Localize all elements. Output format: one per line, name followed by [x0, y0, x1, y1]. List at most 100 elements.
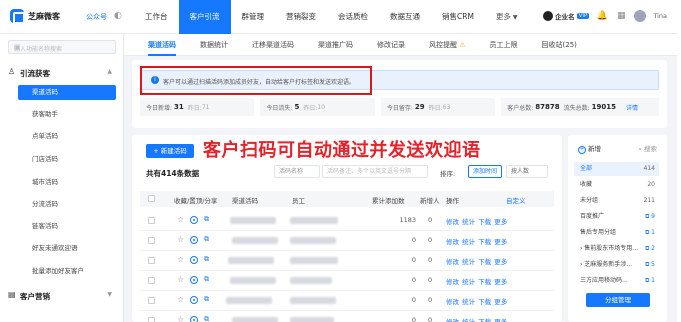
group-item[interactable]: › 售前股东市场专用... ⧉ 2 [574, 242, 659, 256]
group-manage-button[interactable]: 分组管理 [586, 293, 650, 307]
filter-type-select[interactable]: 活码名称 [274, 165, 320, 178]
code-list-panel: + 新建活码 共有414条数据 活码名称 活码备注、多个以英文逗号分隔 排序: … [132, 135, 562, 322]
group-item-count: 414 [644, 162, 655, 176]
group-item[interactable]: 售后专用分组 ⧉ 1 [574, 226, 659, 240]
group-item[interactable]: 收藏 20 [574, 178, 659, 192]
sort-by-people-select[interactable]: 按人数 [506, 165, 548, 178]
row-actions[interactable]: 修改 统计 下载 更多 [446, 296, 507, 306]
sidebar-group-acquisition[interactable]: ♙ 引流获客 ▲ [0, 64, 124, 80]
star-icon[interactable]: ☆ [177, 275, 184, 284]
pin-icon[interactable] [190, 276, 198, 284]
nav-session-qc[interactable]: 会话质检 [327, 0, 379, 34]
sidebar-item-acquisition-assistant[interactable]: 获客助手 [0, 107, 124, 122]
share-icon[interactable]: ⧉ [204, 255, 209, 264]
nav-group-management[interactable]: 群管理 [231, 0, 276, 34]
row-actions[interactable]: 修改 统计 下载 更多 [446, 236, 507, 246]
group-item-count: ⧉ 2 [645, 242, 655, 256]
row-checkbox[interactable] [148, 237, 155, 244]
nav-workbench[interactable]: 工作台 [134, 0, 179, 34]
sidebar-item-link-code[interactable]: 链客活码 [0, 219, 124, 234]
nav-marketing-fission[interactable]: 营销裂变 [275, 0, 327, 34]
share-icon[interactable]: ⧉ [204, 275, 209, 284]
caption-overlay: 客户扫码可自动通过并发送欢迎语 [203, 140, 481, 161]
tab-migrate[interactable]: 迁移渠道活码 [240, 34, 306, 56]
tab-staff-limit[interactable]: 员工上限 [478, 34, 530, 56]
account-badge[interactable]: 企业名 VIP [543, 11, 590, 21]
group-item-label: 全部 [580, 165, 593, 172]
official-account-link[interactable]: 公众号 [86, 12, 107, 22]
avatar[interactable] [634, 10, 647, 22]
new-count: 0 [428, 316, 433, 322]
nav-more[interactable]: 更多 ▼ [485, 0, 529, 34]
tab-change-log[interactable]: 修改记录 [365, 34, 417, 56]
theme-toggle-icon[interactable]: ◐ [114, 11, 122, 21]
group-item[interactable]: 未分组 211 [574, 194, 659, 208]
row-actions[interactable]: 修改 统计 下载 更多 [446, 276, 507, 286]
group-item[interactable]: 百度推广 ⧉ 9 [574, 210, 659, 224]
new-count: 0 [428, 296, 433, 304]
detail-link[interactable]: 详情 [626, 103, 638, 112]
stat-new: 今日新增: 31 昨日: 71 [140, 98, 255, 116]
row-actions[interactable]: 修改 统计 下载 更多 [446, 216, 507, 226]
sidebar-search-input[interactable]: 输入功能名称搜索 ▣ [8, 40, 116, 54]
star-icon[interactable]: ☆ [177, 255, 184, 264]
filter-search-input[interactable]: 活码备注、多个以英文逗号分隔 [322, 165, 428, 178]
sidebar-item-batch-add[interactable]: 批量添加好友客户 [0, 264, 124, 279]
bell-icon[interactable]: 🔔 [596, 10, 608, 22]
tab-channel-code[interactable]: 渠道活码 [136, 34, 188, 56]
share-icon[interactable]: ⧉ [204, 235, 209, 244]
row-actions[interactable]: 修改 统计 下载 更多 [446, 256, 507, 266]
tab-statistics[interactable]: 数据统计 [188, 34, 240, 56]
row-actions[interactable]: 修改 统计 下载 更多 [446, 316, 507, 322]
pin-icon[interactable] [190, 216, 198, 224]
star-icon[interactable]: ☆ [177, 315, 184, 322]
share-icon[interactable]: ⧉ [204, 215, 209, 224]
sidebar-item-order-code[interactable]: 点单活码 [0, 129, 124, 144]
new-code-button[interactable]: + 新建活码 [146, 144, 194, 158]
row-checkbox[interactable] [148, 257, 155, 264]
nav-data-sync[interactable]: 数据互通 [379, 0, 431, 34]
star-icon[interactable]: ☆ [177, 235, 184, 244]
sidebar-item-channel-code[interactable]: 渠道活码 [18, 85, 116, 100]
tab-risk-alert[interactable]: 风控提醒 ⚠ [417, 34, 478, 56]
row-checkbox[interactable] [148, 277, 155, 284]
tab-recycle-bin[interactable]: 回收站(25) [530, 34, 589, 56]
tab-promo-code[interactable]: 渠道推广码 [306, 34, 365, 56]
layout-icon: ▣ [14, 43, 21, 51]
new-group-button[interactable]: + 新增 [578, 143, 601, 154]
customize-columns-button[interactable]: 自定义 [506, 195, 526, 205]
group-item[interactable]: › 芝麻服务新手涉... ⧉ 5 [574, 258, 659, 272]
select-all-checkbox[interactable] [148, 195, 155, 202]
plus-icon: + [578, 146, 586, 154]
share-icon[interactable]: ⧉ [204, 295, 209, 304]
user-name[interactable]: Tina [653, 12, 667, 20]
row-checkbox[interactable] [148, 217, 155, 224]
nav-sales-crm[interactable]: 销售CRM [431, 0, 485, 34]
row-checkbox[interactable] [148, 317, 155, 322]
star-icon[interactable]: ☆ [177, 295, 184, 304]
group-item-label: 收藏 [580, 181, 593, 188]
star-icon[interactable]: ☆ [177, 215, 184, 224]
subtab-bar: 渠道活码 数据统计 迁移渠道活码 渠道推广码 修改记录 风控提醒 ⚠ 员工上限 … [124, 34, 677, 56]
sort-select[interactable]: 添加时间 [468, 165, 502, 178]
pin-icon[interactable] [190, 316, 198, 322]
sidebar-item-city-code[interactable]: 城市活码 [0, 175, 124, 190]
sidebar-item-welcome-message[interactable]: 好友未通欢迎语 [0, 241, 124, 256]
row-checkbox[interactable] [148, 297, 155, 304]
new-count: 0 [428, 216, 433, 224]
nav-customer-acquisition[interactable]: 客户引流 [178, 0, 231, 34]
share-icon[interactable]: ⧉ [204, 315, 209, 322]
pin-icon[interactable] [190, 256, 198, 264]
group-item[interactable]: 全部 414 [574, 162, 659, 176]
sidebar-item-store-code[interactable]: 门店活码 [0, 152, 124, 167]
stat-label: 客户总数: [507, 104, 534, 112]
sidebar-group-marketing[interactable]: ▤ 客户营销 ▼ [0, 287, 124, 303]
group-item[interactable]: 三方应用移动码... ⧉ 1 [574, 274, 659, 288]
grid-icon[interactable]: ▦ [615, 10, 627, 22]
group-search-button[interactable]: ⌕ 搜索 [638, 143, 657, 154]
sidebar-item-split-code[interactable]: 分流活码 [0, 197, 124, 212]
pin-icon[interactable] [190, 296, 198, 304]
group-item-count: ⧉ 1 [645, 226, 655, 240]
pin-icon[interactable] [190, 236, 198, 244]
sidebar-group-label: 引流获客 [20, 69, 50, 78]
